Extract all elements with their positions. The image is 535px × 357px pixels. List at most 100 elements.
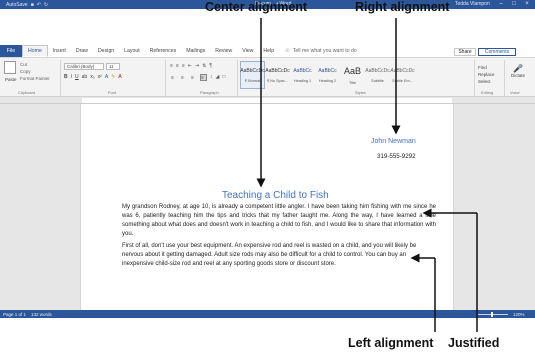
tab-references[interactable]: References (145, 45, 182, 57)
zoom-slider-thumb[interactable] (491, 311, 493, 317)
tab-home[interactable]: Home (22, 45, 48, 57)
style-subtitle[interactable]: AaBbCcDc Subtitle (365, 61, 390, 89)
comments-button[interactable]: Comments (478, 48, 516, 56)
font-group-label: Font (108, 90, 117, 95)
close-button[interactable]: × (522, 0, 532, 9)
font-format-buttons: B I U ab x₂ x² A ✎ A (64, 74, 122, 80)
style-no-spacing[interactable]: AaBbCcDc ¶ No Spac... (265, 61, 290, 89)
font-color-icon[interactable]: A (118, 74, 121, 80)
style-name: Heading 1 (293, 78, 312, 83)
style-preview: AaBbCc (318, 67, 337, 74)
tab-review[interactable]: Review (210, 45, 237, 57)
style-preview: AaBbCc (293, 67, 312, 74)
bullets-icon[interactable]: ≡ (170, 63, 173, 69)
tell-me-box[interactable]: ☉ Tell me what you want to do (285, 45, 357, 57)
user-name[interactable]: Tedda Vlampon (455, 1, 490, 7)
style-name: Title (348, 80, 357, 85)
zoom-slider[interactable] (478, 313, 508, 315)
share-button[interactable]: Share (454, 48, 476, 56)
tab-design[interactable]: Design (93, 45, 119, 57)
redo-icon[interactable]: ↻ (44, 2, 48, 8)
style-preview: AaBbCcDc (365, 67, 390, 74)
subscript-button[interactable]: x₂ (90, 74, 94, 80)
editing-group: Find Replace Select (478, 64, 495, 85)
page-count[interactable]: Page 1 of 1 (3, 312, 26, 317)
paragraph-left[interactable]: First of all, don't use your best equipm… (122, 242, 436, 269)
callout-justified: Justified (448, 336, 500, 350)
format-painter-button[interactable]: Format Painter (20, 76, 50, 81)
strikethrough-button[interactable]: ab (82, 74, 88, 80)
paste-label[interactable]: Paste (5, 77, 17, 82)
lightbulb-icon: ☉ (285, 48, 290, 54)
style-preview: AaBbCcDc (240, 67, 265, 74)
replace-button[interactable]: Replace (478, 71, 495, 78)
author-name[interactable]: John Newman (371, 138, 416, 145)
save-icon[interactable]: ■ (31, 2, 34, 8)
undo-icon[interactable]: ↶ (37, 2, 41, 8)
highlight-icon[interactable]: ✎ (111, 74, 115, 80)
tab-help[interactable]: Help (258, 45, 279, 57)
tab-layout[interactable]: Layout (119, 45, 145, 57)
cut-button[interactable]: Cut (20, 62, 27, 67)
style-heading-1[interactable]: AaBbCc Heading 1 (290, 61, 315, 89)
clipboard-group-label: Clipboard (18, 90, 36, 95)
status-bar: Page 1 of 1 132 words 120% (0, 310, 535, 318)
font-name-select[interactable]: Calibri (Body) (64, 63, 104, 70)
tell-me-text: Tell me what you want to do (292, 48, 357, 54)
borders-icon[interactable]: □ (222, 74, 225, 81)
show-marks-icon[interactable]: ¶ (209, 63, 212, 69)
style-heading-2[interactable]: AaBbCc Heading 2 (315, 61, 340, 89)
numbering-icon[interactable]: ≡ (176, 63, 179, 69)
list-buttons: ≡ ≡ ≡ ⇤ ⇥ ⇅ ¶ (170, 63, 212, 69)
group-divider (60, 60, 61, 96)
dictate-button[interactable]: 🎤 Dictate (507, 64, 529, 78)
decrease-indent-icon[interactable]: ⇤ (188, 63, 192, 69)
tab-file[interactable]: File (0, 45, 22, 57)
find-button[interactable]: Find (478, 64, 495, 71)
tab-insert[interactable]: Insert (48, 45, 71, 57)
callout-left-alignment: Left alignment (348, 336, 434, 350)
style-name: ¶ Normal (244, 78, 261, 83)
style-name: Subtle Em... (392, 78, 413, 83)
align-center-icon[interactable]: ≡ (180, 74, 187, 81)
author-phone[interactable]: 319-555-9292 (377, 153, 416, 160)
copy-button[interactable]: Copy (20, 69, 31, 74)
word-count[interactable]: 132 words (31, 312, 52, 317)
paste-icon[interactable] (4, 61, 16, 74)
sort-icon[interactable]: ⇅ (202, 63, 206, 69)
alignment-buttons: ≡ ≡ ≡ ≡ ↕ ◢ □ (170, 74, 225, 81)
maximize-button[interactable]: □ (509, 0, 519, 9)
style-normal[interactable]: AaBbCcDc ¶ Normal (240, 61, 265, 89)
tab-mailings[interactable]: Mailings (181, 45, 210, 57)
horizontal-ruler[interactable] (0, 97, 535, 104)
style-name: Subtitle (371, 78, 384, 83)
minimize-button[interactable]: – (496, 0, 506, 9)
line-spacing-icon[interactable]: ↕ (210, 74, 213, 81)
text-effects-icon[interactable]: A (105, 74, 108, 80)
increase-indent-icon[interactable]: ⇥ (195, 63, 199, 69)
autosave-toggle[interactable]: AutoSave (6, 2, 28, 8)
paragraph-justified[interactable]: My grandson Rodney, at age 10, is alread… (122, 203, 436, 239)
document-title[interactable]: Teaching a Child to Fish (222, 190, 329, 201)
align-left-icon[interactable]: ≡ (170, 74, 177, 81)
tab-draw[interactable]: Draw (71, 45, 93, 57)
bold-button[interactable]: B (64, 74, 68, 80)
multilevel-list-icon[interactable]: ≡ (182, 63, 185, 69)
font-size-select[interactable]: 11 (106, 63, 120, 70)
tab-view[interactable]: View (237, 45, 258, 57)
style-name: ¶ No Spac... (267, 78, 288, 83)
style-title[interactable]: AaB Title (340, 61, 365, 89)
group-divider (165, 60, 166, 96)
justify-icon[interactable]: ≡ (200, 74, 207, 81)
italic-button[interactable]: I (71, 74, 72, 80)
shading-icon[interactable]: ◢ (216, 74, 220, 81)
callout-right-alignment: Right alignment (355, 0, 450, 14)
group-divider (237, 60, 238, 96)
zoom-level[interactable]: 120% (513, 312, 525, 317)
align-right-icon[interactable]: ≡ (190, 74, 197, 81)
select-button[interactable]: Select (478, 78, 495, 85)
superscript-button[interactable]: x² (98, 74, 102, 80)
underline-button[interactable]: U (75, 74, 79, 80)
group-divider (504, 60, 505, 96)
style-subtle-emphasis[interactable]: AaBbCcDc Subtle Em... (390, 61, 415, 89)
